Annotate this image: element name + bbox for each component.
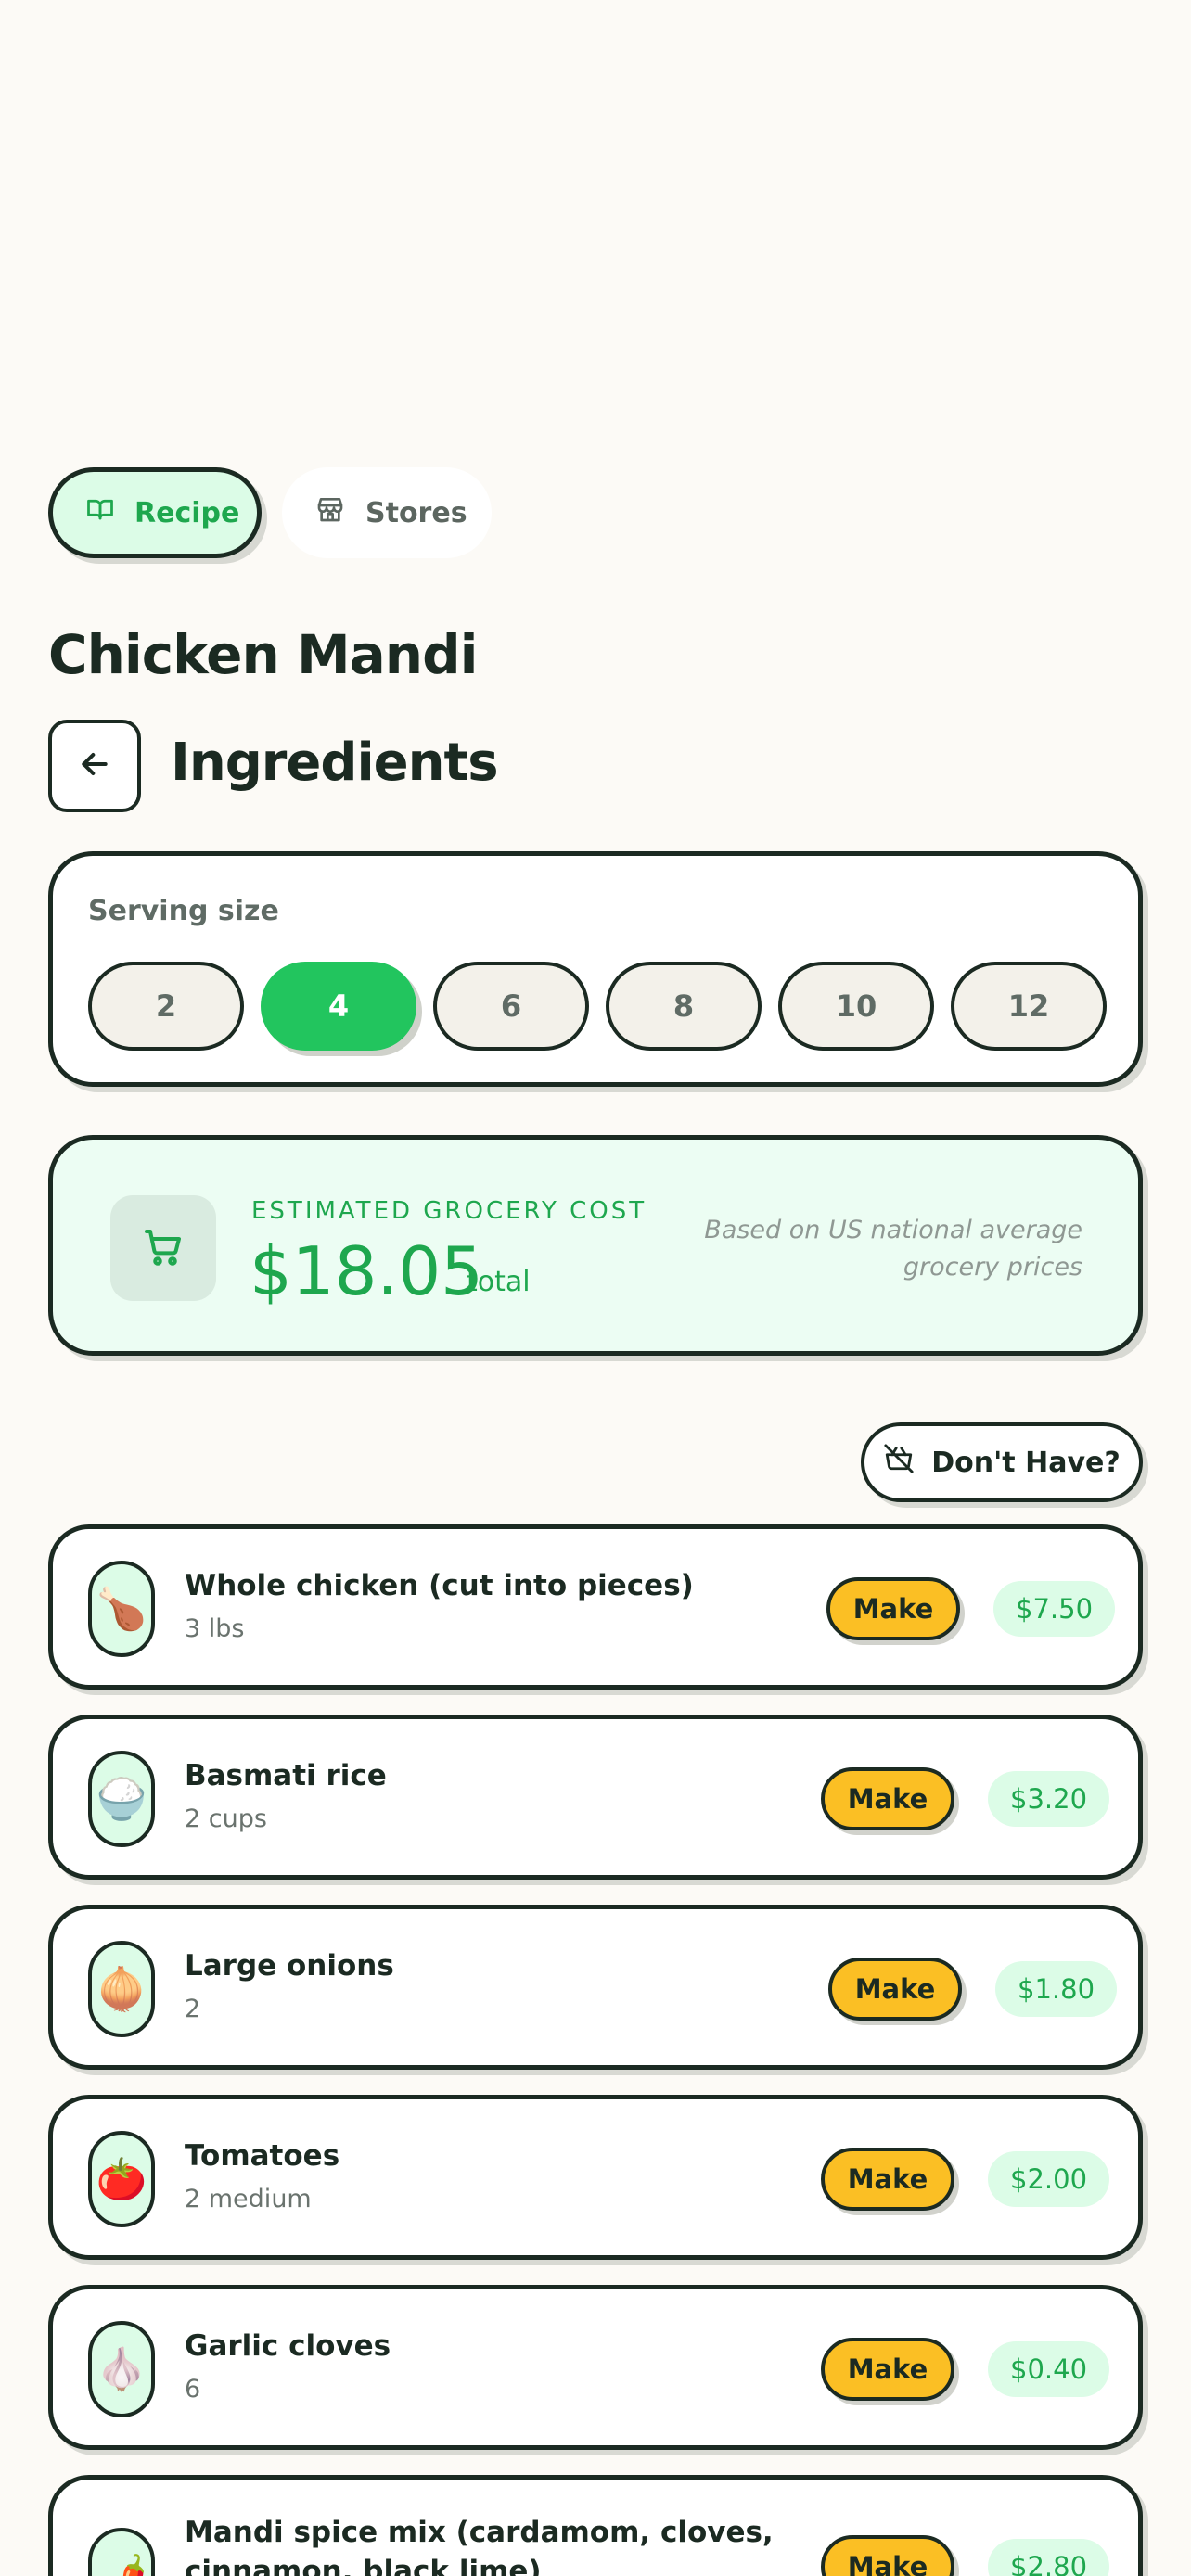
serving-size-card: Serving size 2 4 6 8 10 12 (48, 851, 1143, 1087)
ingredient-row[interactable]: 🍚 Basmati rice 2 cups Make $3.20 (48, 1715, 1143, 1880)
tab-recipe-label: Recipe (134, 496, 240, 529)
ingredient-quantity: 2 medium (185, 2185, 312, 2213)
store-icon (315, 494, 345, 531)
ingredient-name: Garlic cloves (185, 2329, 391, 2363)
serving-option[interactable]: 10 (778, 962, 934, 1051)
serving-size-options: 2 4 6 8 10 12 (88, 962, 1107, 1051)
serving-option[interactable]: 12 (951, 962, 1107, 1051)
make-button[interactable]: Make (821, 2148, 954, 2211)
price-tag: $7.50 (993, 1581, 1116, 1637)
ingredient-quantity: 2 (185, 1995, 201, 2023)
tab-stores[interactable]: Stores (282, 467, 492, 558)
serving-size-label: Serving size (88, 895, 279, 927)
make-button[interactable]: Make (826, 1577, 960, 1640)
basket-off-icon (883, 1443, 915, 1482)
ingredient-name: Tomatoes (185, 2139, 340, 2173)
serving-option[interactable]: 6 (433, 962, 589, 1051)
back-button[interactable] (48, 720, 141, 812)
ingredient-row[interactable]: 🍅 Tomatoes 2 medium Make $2.00 (48, 2095, 1143, 2260)
serving-option-selected[interactable]: 4 (261, 962, 416, 1051)
ingredient-quantity: 3 lbs (185, 1614, 245, 1643)
cost-value: $18.05 (250, 1232, 483, 1310)
cost-note: Based on US national average grocery pri… (704, 1216, 1082, 1282)
ingredient-row[interactable]: 🧄 Garlic cloves 6 Make $0.40 (48, 2285, 1143, 2450)
ingredient-row[interactable]: 🌶️ Mandi spice mix (cardamom, cloves, ci… (48, 2475, 1143, 2576)
ingredient-row[interactable]: 🧅 Large onions 2 Make $1.80 (48, 1905, 1143, 2070)
cost-suffix: total (467, 1266, 531, 1298)
ingredient-name: Mandi spice mix (cardamom, cloves, cinna… (185, 2516, 774, 2576)
chicken-leg-icon: 🍗 (88, 1561, 155, 1657)
dont-have-button[interactable]: Don't Have? (861, 1422, 1143, 1502)
tab-stores-label: Stores (365, 496, 467, 529)
cart-icon (141, 1224, 186, 1272)
rice-bowl-icon: 🍚 (88, 1751, 155, 1847)
tab-recipe[interactable]: Recipe (48, 467, 262, 558)
price-tag: $1.80 (995, 1961, 1118, 2017)
arrow-left-icon (76, 746, 113, 786)
tomato-icon: 🍅 (88, 2131, 155, 2227)
ingredient-row[interactable]: 🍗 Whole chicken (cut into pieces) 3 lbs … (48, 1524, 1143, 1690)
serving-option[interactable]: 8 (606, 962, 762, 1051)
make-button[interactable]: Make (821, 1767, 954, 1830)
ingredient-name: Basmati rice (185, 1759, 387, 1792)
ingredient-name: Whole chicken (cut into pieces) (185, 1569, 694, 1602)
onion-icon: 🧅 (88, 1941, 155, 2037)
make-button[interactable]: Make (828, 1958, 962, 2021)
serving-option[interactable]: 2 (88, 962, 244, 1051)
price-tag: $2.00 (988, 2151, 1110, 2207)
cart-icon-box (110, 1195, 216, 1301)
cost-label: ESTIMATED GROCERY COST (251, 1197, 647, 1225)
garlic-icon: 🧄 (88, 2321, 155, 2417)
make-button[interactable]: Make (821, 2338, 954, 2401)
ingredient-quantity: 6 (185, 2375, 201, 2404)
book-icon (86, 495, 114, 530)
price-tag: $3.20 (988, 1771, 1110, 1827)
ingredient-name: Large onions (185, 1949, 394, 1983)
section-title: Ingredients (171, 733, 499, 793)
make-button[interactable]: Make (821, 2535, 954, 2576)
dont-have-label: Don't Have? (931, 1446, 1121, 1479)
grocery-cost-card: ESTIMATED GROCERY COST $18.05 total Base… (48, 1135, 1143, 1356)
chili-pepper-icon: 🌶️ (88, 2528, 155, 2576)
price-tag: $2.80 (988, 2539, 1110, 2576)
recipe-title: Chicken Mandi (48, 623, 478, 686)
price-tag: $0.40 (988, 2341, 1110, 2397)
ingredient-quantity: 2 cups (185, 1804, 267, 1833)
